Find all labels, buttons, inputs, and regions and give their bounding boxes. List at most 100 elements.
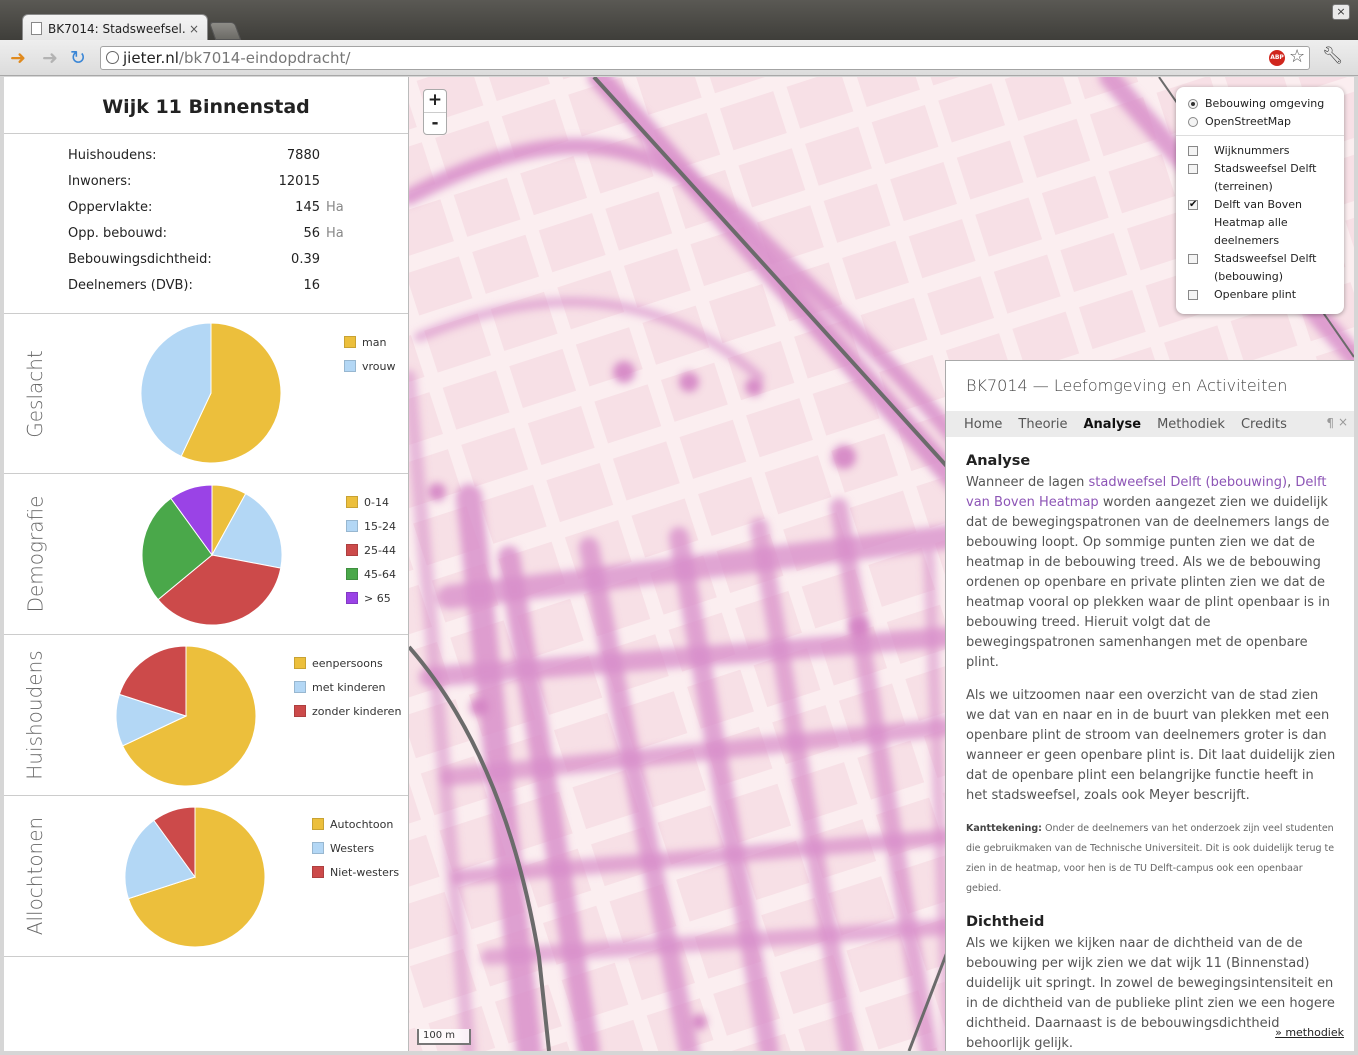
stat-label: Huishoudens: [68,148,157,163]
legend-label: zonder kinderen [312,704,402,718]
wrench-icon[interactable]: 🔧︎ [1322,46,1344,66]
legend-label: met kinderen [312,680,386,694]
legend-swatch [294,681,306,693]
chart-label: Huishoudens [23,650,47,780]
stat-value: 0.39 [291,252,320,267]
stat-row: Huishoudens: 7880 [68,148,408,174]
chart-demografie: Demografie 0-14 15-24 25-44 45-64 > 65 [4,474,408,635]
tab-close-icon[interactable]: × [189,22,199,36]
stat-row: Opp. bebouwd: 56 Ha [68,226,408,252]
legend-swatch [294,657,306,669]
stat-unit: Ha [326,200,344,215]
legend-swatch [312,842,324,854]
zoom-out-button[interactable]: - [424,112,446,134]
chart-legend: Autochtoon Westers Niet-westers [312,812,399,884]
info-panel: BK7014 — Leefomgeving en Activiteiten Ho… [945,360,1354,1051]
scale-bar: 100 m [417,1029,471,1045]
checkbox[interactable] [1188,290,1198,300]
legend-label: 25-44 [364,543,396,557]
analyse-paragraph-1: Wanneer de lagen stadweefsel Delft (bebo… [966,473,1338,673]
stat-label: Opp. bebouwd: [68,226,167,241]
url-path: /bk7014-eindopdracht/ [178,49,351,67]
map-view[interactable]: + - 100 m Bebouwing omgeving OpenStreetMa… [409,77,1354,1051]
layer-label: Delft van Boven Heatmap alle deelnemers [1214,198,1303,247]
layer-label: Bebouwing omgeving [1205,97,1325,110]
pilcrow-icon[interactable]: ¶ [1326,416,1334,430]
more-methodiek-link[interactable]: » methodiek [1275,1026,1344,1039]
radio-button[interactable] [1188,117,1198,127]
legend-item: Westers [312,836,399,860]
chart-label: Geslacht [23,349,47,438]
district-title: Wijk 11 Binnenstad [4,77,408,134]
stat-row: Bebouwingsdichtheid: 0.39 [68,252,408,278]
browser-toolbar: ➜ ➜ ↻ jieter.nl/bk7014-eindopdracht/ ABP… [0,40,1358,76]
overlay-layer-option[interactable]: Stadsweefsel Delft (bebouwing) [1188,250,1336,286]
legend-label: > 65 [364,591,391,605]
note-label: Kanttekening: [966,823,1042,834]
overlay-layer-option[interactable]: ✔ Delft van Boven Heatmap alle deelnemers [1188,196,1336,250]
overlay-layer-option[interactable]: Wijknummers [1188,142,1336,160]
legend-swatch [344,360,356,372]
legend-item: zonder kinderen [294,699,401,723]
stat-value: 56 [303,226,320,241]
stat-row: Inwoners: 12015 [68,174,408,200]
window-close-button[interactable]: × [1332,4,1350,20]
forward-arrow-icon[interactable]: ➜ [42,48,58,68]
legend-item: met kinderen [294,675,401,699]
legend-swatch [312,866,324,878]
overlay-layer-option[interactable]: Openbare plint [1188,286,1336,304]
chart-huishoudens: Huishoudens eenpersoons met kinderen zonde… [4,635,408,796]
pie-chart [141,484,283,626]
zoom-in-button[interactable]: + [424,90,446,112]
stats-table: Huishoudens: 7880 Inwoners: 12015 Oppervlakt… [4,134,408,314]
nav-home[interactable]: Home [964,417,1002,432]
stat-value: 16 [303,278,320,293]
text: worden aangezet zien we duidelijk dat de… [966,495,1330,670]
legend-swatch [312,818,324,830]
analyse-paragraph-2: Als we uitzoomen naar een overzicht van … [966,688,1336,803]
base-layer-option[interactable]: Bebouwing omgeving [1188,95,1336,113]
nav-analyse[interactable]: Analyse [1083,417,1141,432]
page-icon [31,22,42,35]
pie-chart [115,645,257,787]
tab-title: BK7014: Stadsweefsel. [48,21,186,36]
nav-credits[interactable]: Credits [1241,417,1287,432]
legend-swatch [346,592,358,604]
reload-icon[interactable]: ↻ [70,48,86,68]
link-stadweefsel[interactable]: stadweefsel Delft (bebouwing) [1089,475,1288,490]
legend-label: man [362,335,387,349]
stat-value: 12015 [278,174,320,189]
radio-button[interactable] [1188,99,1198,109]
pie-chart [124,806,266,948]
overlay-layer-option[interactable]: Stadsweefsel Delft (terreinen) [1188,160,1336,196]
analyse-heading: Analyse [966,453,1031,469]
base-layer-option[interactable]: OpenStreetMap [1188,113,1336,131]
new-tab-button[interactable] [208,22,242,40]
legend-swatch [346,520,358,532]
checkbox[interactable] [1188,254,1198,264]
close-icon[interactable]: × [1338,415,1348,429]
browser-tab[interactable]: BK7014: Stadsweefsel. × [22,14,208,42]
chart-legend: man vrouw [344,330,396,378]
nav-methodiek[interactable]: Methodiek [1157,417,1225,432]
legend-item: 15-24 [346,514,396,538]
note-paragraph: Kanttekening: Onder de deelnemers van he… [966,819,1338,899]
legend-label: 45-64 [364,567,396,581]
address-bar[interactable]: jieter.nl/bk7014-eindopdracht/ [100,46,1310,70]
chart-geslacht: Geslacht man vrouw [4,314,408,474]
legend-label: vrouw [362,359,396,373]
layer-divider [1176,135,1344,136]
bookmark-star-icon[interactable]: ☆ [1289,46,1305,67]
checkbox[interactable]: ✔ [1188,200,1198,210]
layer-label: Stadsweefsel Delft (terreinen) [1214,162,1317,193]
info-title: BK7014 — Leefomgeving en Activiteiten [966,376,1288,395]
checkbox[interactable] [1188,164,1198,174]
legend-swatch [346,496,358,508]
adblock-icon[interactable]: ABP [1269,50,1285,66]
legend-label: 0-14 [364,495,389,509]
stat-label: Deelnemers (DVB): [68,278,193,293]
nav-theorie[interactable]: Theorie [1018,417,1067,432]
checkbox[interactable] [1188,146,1198,156]
back-arrow-icon[interactable]: ➜ [10,48,26,68]
stat-label: Bebouwingsdichtheid: [68,252,212,267]
